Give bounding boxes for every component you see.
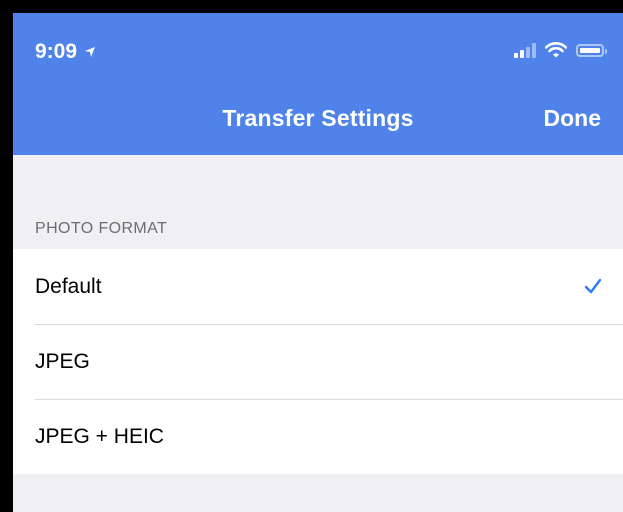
option-jpeg[interactable]: JPEG: [13, 324, 623, 399]
option-jpeg-heic[interactable]: JPEG + HEIC: [13, 399, 623, 474]
status-bar-time: 9:09: [35, 40, 96, 64]
settings-screen: 9:09 Transfer Settings Done PHOTO FORMAT…: [13, 13, 623, 512]
section-header-photo-format: PHOTO FORMAT: [35, 220, 168, 237]
option-label: Default: [35, 274, 102, 298]
status-bar-icons: [514, 42, 607, 58]
battery-icon: [576, 43, 607, 57]
checkmark-icon: [584, 278, 602, 294]
time-label: 9:09: [35, 40, 78, 63]
page-title: Transfer Settings: [222, 105, 414, 131]
done-button[interactable]: Done: [544, 105, 602, 132]
location-arrow-icon: [85, 47, 96, 57]
option-label: JPEG + HEIC: [35, 424, 164, 448]
option-default[interactable]: Default: [13, 249, 623, 324]
signal-icon: [514, 42, 536, 58]
navigation-header: 9:09 Transfer Settings Done: [13, 13, 623, 155]
option-label: JPEG: [35, 349, 90, 373]
wifi-icon: [545, 42, 567, 58]
photo-format-list: Default JPEG JPEG + HEIC: [13, 249, 623, 474]
